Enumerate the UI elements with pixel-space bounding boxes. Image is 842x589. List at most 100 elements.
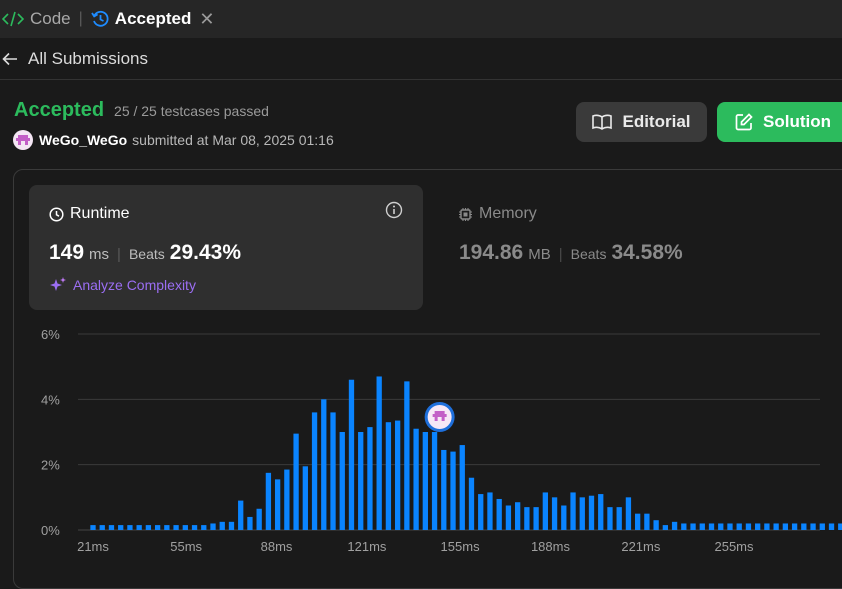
histogram-bar [302, 466, 308, 530]
histogram-bar [653, 520, 659, 530]
info-icon[interactable] [385, 201, 403, 224]
memory-tab[interactable]: Memory [458, 205, 537, 223]
histogram-bar [311, 412, 318, 530]
histogram-bar [708, 523, 715, 530]
close-icon[interactable]: ✕ [199, 9, 214, 30]
histogram-bar [284, 469, 290, 530]
back-arrow-icon[interactable] [2, 52, 18, 66]
back-bar: All Submissions [0, 39, 842, 80]
histogram-bar [478, 494, 484, 530]
histogram-bar [247, 516, 253, 530]
histogram-bar [690, 523, 696, 530]
username-link[interactable]: WeGo_WeGo [39, 132, 127, 148]
tab-separator: | [78, 10, 83, 27]
histogram-bar [505, 505, 512, 530]
all-submissions-link[interactable]: All Submissions [28, 49, 148, 69]
submission-info: WeGo_WeGo submitted at Mar 08, 2025 01:1… [13, 130, 334, 150]
histogram-bar [662, 525, 669, 530]
user-marker-avatar[interactable] [424, 402, 455, 432]
runtime-card[interactable]: Runtime 149 ms | Beats 29.43% Analyze Co… [29, 185, 423, 310]
histogram-bar [644, 513, 650, 530]
histogram-bar [118, 525, 124, 530]
histogram-bar [127, 525, 133, 530]
histogram-bar [274, 479, 281, 530]
histogram-bar [561, 505, 567, 530]
histogram-bar [736, 523, 742, 530]
status-accepted: Accepted [14, 99, 105, 121]
tab-bar: Code | Accepted ✕ [0, 0, 842, 38]
histogram-bar [348, 379, 355, 530]
histogram-bar [570, 492, 576, 530]
histogram-bar [358, 432, 364, 530]
metric-divider: | [558, 246, 563, 263]
histogram-bar [755, 523, 761, 530]
histogram-bar [201, 525, 207, 530]
editorial-label: Editorial [622, 112, 691, 131]
histogram-bar [422, 432, 428, 530]
histogram-bar [791, 523, 798, 530]
histogram-bar [699, 523, 705, 530]
histogram-bar [810, 523, 816, 530]
histogram-bar [441, 449, 447, 530]
histogram-bar [404, 381, 410, 530]
y-tick-label: 2% [41, 458, 60, 473]
histogram-bar [191, 525, 198, 530]
y-tick-label: 0% [41, 523, 60, 538]
y-tick-label: 6% [41, 327, 60, 342]
histogram-bar [228, 521, 235, 530]
submitted-time: submitted at Mar 08, 2025 01:16 [132, 132, 334, 148]
x-tick-label: 255ms [714, 539, 754, 554]
x-tick-label: 21ms [77, 539, 109, 554]
x-tick-label: 121ms [347, 539, 387, 554]
metric-divider: | [117, 246, 121, 263]
histogram-bar [616, 507, 622, 530]
histogram-bar [496, 498, 502, 530]
tab-code-label: Code [30, 9, 71, 28]
histogram-bar [487, 492, 493, 530]
histogram-bar [164, 525, 170, 530]
histogram-bar [321, 399, 327, 530]
histogram-bar [838, 523, 842, 530]
histogram-bar [635, 513, 641, 530]
tab-accepted[interactable]: Accepted ✕ [85, 0, 221, 38]
editorial-button[interactable]: Editorial [576, 102, 707, 142]
histogram-bar [598, 494, 604, 530]
sparkle-icon [49, 276, 67, 294]
histogram-bar [542, 492, 548, 530]
solution-button[interactable]: Solution [717, 102, 842, 142]
histogram-bar [219, 521, 225, 530]
runtime-metric: 149 ms | Beats 29.43% [49, 241, 241, 265]
tab-code[interactable]: Code [0, 0, 77, 38]
runtime-beats-label: Beats [128, 246, 165, 262]
histogram-bar [524, 507, 530, 530]
histogram-bar [376, 376, 382, 530]
x-tick-label: 88ms [261, 539, 293, 554]
memory-unit: MB [528, 246, 551, 263]
histogram-bar [468, 477, 475, 530]
x-tick-label: 155ms [441, 539, 481, 554]
book-icon [592, 114, 613, 130]
histogram-bar [108, 525, 115, 530]
histogram-bar [256, 508, 262, 530]
histogram-bar [385, 422, 392, 530]
runtime-distribution-chart[interactable]: 0% 2% 4% 6% 21ms 55ms 88ms 121ms 155ms 188ms 221ms… [0, 320, 842, 566]
histogram-bar [154, 525, 161, 530]
solution-label: Solution [763, 112, 831, 131]
testcases-passed: 25 / 25 testcases passed [114, 103, 269, 119]
histogram-bar [182, 525, 188, 530]
clock-icon [49, 206, 64, 222]
x-tick-label: 221ms [621, 539, 661, 554]
histogram-bar [745, 523, 752, 530]
histogram-bar [579, 497, 585, 530]
analyze-complexity-link[interactable]: Analyze Complexity [49, 276, 196, 294]
histogram-bar [551, 497, 558, 530]
edit-icon [735, 113, 753, 131]
runtime-title-label: Runtime [70, 205, 130, 222]
memory-value: 194.86 [459, 241, 524, 264]
histogram-bar [607, 507, 613, 530]
histogram-bar [367, 427, 373, 530]
histogram-bar [136, 525, 142, 530]
histogram-bar [773, 523, 779, 530]
histogram-bar [764, 523, 770, 530]
avatar[interactable] [13, 130, 33, 150]
